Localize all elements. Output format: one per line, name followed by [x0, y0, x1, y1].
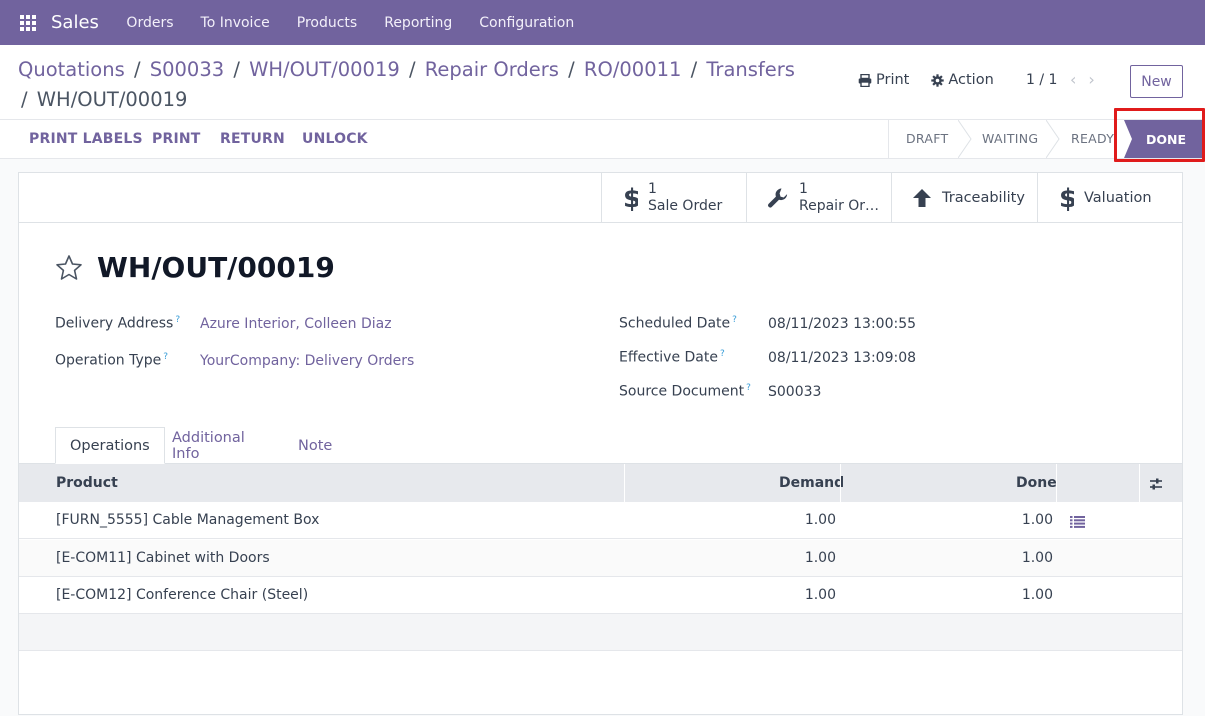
help-icon[interactable]: ?	[175, 315, 180, 325]
row-done: 1.00	[1021, 587, 1053, 603]
breadcrumb-item[interactable]: Quotations	[18, 58, 125, 81]
table-empty-row	[19, 614, 1182, 651]
app-title[interactable]: Sales	[51, 12, 99, 33]
pager-value[interactable]: 1 / 1	[1026, 72, 1057, 88]
scheduled-date-label: Scheduled Date?	[619, 315, 737, 332]
dollar-icon: $	[622, 184, 638, 212]
form-sheet: $ 1 Sale Order 1 Repair Or… Traceability $…	[18, 172, 1183, 715]
smart-button-row: $ 1 Sale Order 1 Repair Or… Traceability $…	[19, 173, 1182, 223]
dollar-icon: $	[1058, 184, 1074, 212]
top-navbar: Sales Orders To Invoice Products Reporti…	[0, 0, 1205, 45]
gear-icon	[931, 73, 945, 87]
valuation-label: Valuation	[1084, 190, 1152, 206]
record-title: WH/OUT/00019	[97, 251, 335, 284]
effective-date-value: 08/11/2023 13:09:08	[768, 350, 917, 366]
print-button[interactable]: PRINT	[152, 131, 201, 147]
arrow-up-icon	[912, 188, 932, 208]
traceability-smart-button[interactable]: Traceability	[891, 173, 1037, 223]
table-row[interactable]: [E-COM11] Cabinet with Doors 1.00 1.00	[19, 540, 1182, 577]
breadcrumb-current: WH/OUT/00019	[36, 88, 188, 111]
source-document-label: Source Document?	[619, 383, 751, 400]
star-icon[interactable]	[55, 254, 83, 281]
header-product[interactable]: Product	[56, 475, 118, 491]
stage-ready[interactable]: READY	[1071, 131, 1114, 146]
row-demand: 1.00	[804, 587, 836, 603]
row-done: 1.00	[1021, 550, 1053, 566]
breadcrumb-item[interactable]: RO/00011	[584, 58, 682, 81]
operation-type-label: Operation Type?	[55, 352, 169, 369]
apps-menu-icon[interactable]	[20, 14, 36, 31]
detailed-operations-list-icon[interactable]	[1070, 516, 1085, 528]
unlock-button[interactable]: UNLOCK	[302, 131, 368, 147]
breadcrumb-item[interactable]: WH/OUT/00019	[249, 58, 400, 81]
table-row[interactable]: [FURN_5555] Cable Management Box 1.00 1.…	[19, 502, 1182, 539]
valuation-smart-button[interactable]: $ Valuation	[1037, 173, 1182, 223]
nav-reporting[interactable]: Reporting	[384, 15, 452, 31]
breadcrumb-item[interactable]: Transfers	[706, 58, 795, 81]
delivery-address-value[interactable]: Azure Interior, Colleen Diaz	[200, 316, 392, 332]
nav-orders[interactable]: Orders	[126, 15, 173, 31]
row-product: [E-COM11] Cabinet with Doors	[56, 550, 270, 566]
sale-order-count: 1	[648, 181, 657, 197]
traceability-label: Traceability	[942, 190, 1025, 206]
help-icon[interactable]: ?	[732, 315, 737, 325]
action-menu[interactable]: Action	[931, 72, 994, 88]
stage-separator	[958, 120, 972, 158]
optional-columns-icon[interactable]	[1148, 477, 1164, 491]
help-icon[interactable]: ?	[720, 349, 725, 359]
control-panel: Quotations / S00033 / WH/OUT/00019 / Rep…	[0, 45, 1205, 120]
pager-next-icon[interactable]: ›	[1088, 70, 1106, 89]
print-action[interactable]: Print	[858, 72, 909, 88]
pager-previous-icon[interactable]: ‹	[1070, 70, 1088, 89]
header-done[interactable]: Done	[1016, 475, 1057, 491]
nav-configuration[interactable]: Configuration	[479, 15, 574, 31]
table-row[interactable]: [E-COM12] Conference Chair (Steel) 1.00 …	[19, 577, 1182, 614]
svg-text:$: $	[1059, 184, 1074, 212]
help-icon[interactable]: ?	[163, 352, 168, 362]
row-product: [E-COM12] Conference Chair (Steel)	[56, 587, 309, 603]
sale-order-smart-button[interactable]: $ 1 Sale Order	[601, 173, 747, 223]
stage-waiting[interactable]: WAITING	[982, 131, 1038, 146]
source-document-value: S00033	[768, 384, 822, 400]
status-bar: PRINT LABELS PRINT RETURN UNLOCK DRAFT W…	[0, 120, 1205, 159]
action-label: Action	[948, 72, 994, 88]
help-icon[interactable]: ?	[746, 383, 751, 393]
print-labels-button[interactable]: PRINT LABELS	[29, 131, 143, 147]
nav-products[interactable]: Products	[297, 15, 357, 31]
sale-order-label: Sale Order	[648, 198, 723, 214]
row-demand: 1.00	[804, 550, 836, 566]
tab-operations[interactable]: Operations	[55, 427, 165, 464]
return-button[interactable]: RETURN	[220, 131, 285, 147]
repair-order-count: 1	[799, 181, 808, 197]
print-label: Print	[876, 72, 910, 88]
header-demand[interactable]: Demand	[779, 475, 844, 491]
tab-additional-info[interactable]: Additional Info	[172, 427, 245, 464]
breadcrumb-item[interactable]: Repair Orders	[425, 58, 559, 81]
nav-to-invoice[interactable]: To Invoice	[201, 15, 270, 31]
breadcrumb-item[interactable]: S00033	[150, 58, 224, 81]
effective-date-label: Effective Date?	[619, 349, 725, 366]
svg-text:$: $	[623, 184, 638, 212]
wrench-icon	[767, 187, 789, 209]
done-stage-highlight-box	[1114, 108, 1205, 162]
printer-icon	[858, 73, 872, 87]
table-header: Product Demand Done	[19, 463, 1182, 503]
row-product: [FURN_5555] Cable Management Box	[56, 512, 320, 528]
row-done: 1.00	[1021, 512, 1053, 528]
stage-draft[interactable]: DRAFT	[906, 131, 948, 146]
breadcrumb: Quotations / S00033 / WH/OUT/00019 / Rep…	[18, 58, 795, 111]
new-button[interactable]: New	[1130, 65, 1183, 98]
repair-order-smart-button[interactable]: 1 Repair Or…	[746, 173, 891, 223]
tab-note[interactable]: Note	[298, 427, 332, 464]
scheduled-date-value: 08/11/2023 13:00:55	[768, 316, 917, 332]
repair-order-label: Repair Or…	[799, 198, 880, 214]
stage-pipeline	[888, 120, 889, 158]
delivery-address-label: Delivery Address?	[55, 315, 181, 332]
operation-type-value[interactable]: YourCompany: Delivery Orders	[200, 353, 414, 369]
stage-separator	[1046, 120, 1060, 158]
row-demand: 1.00	[804, 512, 836, 528]
